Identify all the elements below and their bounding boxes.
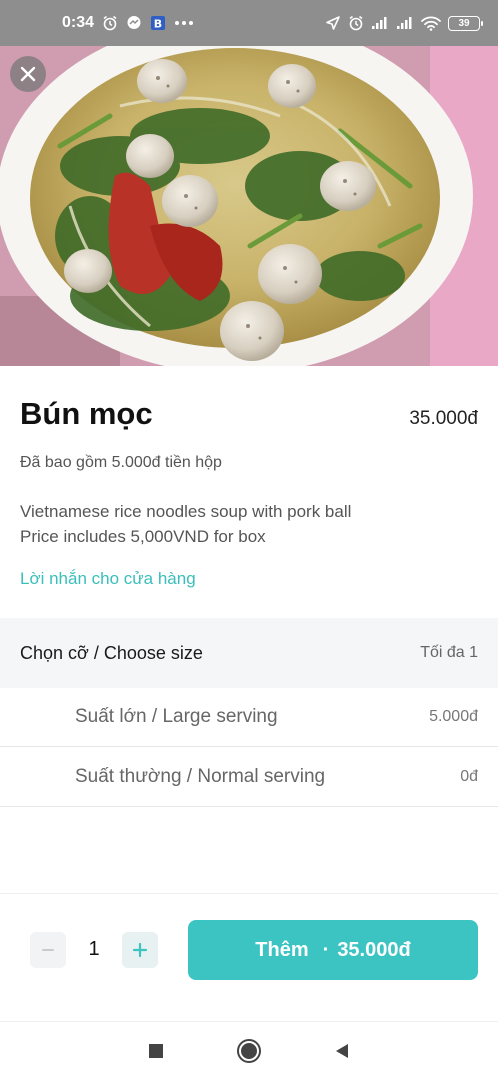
size-option-max: Tối đa 1 xyxy=(420,644,478,661)
svg-text:B: B xyxy=(154,18,162,31)
close-icon xyxy=(20,66,36,82)
option-label: Suất lớn / Large serving xyxy=(75,706,278,727)
nav-recents-button[interactable] xyxy=(136,1031,176,1071)
option-label: Suất thường / Normal serving xyxy=(75,766,326,787)
product-title: Bún mọc xyxy=(20,396,153,431)
nav-back-button[interactable] xyxy=(322,1031,362,1071)
product-info: Bún mọc 35.000đ Đã bao gồm 5.000đ tiền h… xyxy=(0,366,498,618)
quantity-value: 1 xyxy=(88,938,100,960)
battery-level: 39 xyxy=(458,17,470,29)
box-fee-note: Đã bao gồm 5.000đ tiền hộp xyxy=(20,454,222,471)
size-option-header: Chọn cỡ / Choose size Tối đa 1 xyxy=(0,618,498,688)
plus-icon xyxy=(132,942,148,958)
system-nav-bar xyxy=(0,1021,498,1080)
option-price: 0đ xyxy=(460,768,478,785)
alarm-icon-right xyxy=(348,15,364,31)
add-button-separator: · xyxy=(322,938,330,961)
noodle-soup-illustration xyxy=(0,46,498,366)
close-button[interactable] xyxy=(10,56,46,92)
product-price: 35.000đ xyxy=(409,408,478,429)
quantity-decrease-button[interactable] xyxy=(30,932,66,968)
bottom-action-bar: 1 Thêm · 35.000đ xyxy=(0,893,498,1021)
status-bar: 0:34 B 39 xyxy=(0,0,498,46)
wifi-icon xyxy=(421,16,441,31)
title-row: Bún mọc 35.000đ xyxy=(20,396,478,432)
option-large-serving[interactable]: Suất lớn / Large serving 5.000đ xyxy=(0,688,498,747)
square-icon xyxy=(149,1044,164,1058)
minus-icon xyxy=(42,949,54,951)
status-time: 0:34 xyxy=(62,14,95,31)
product-image xyxy=(0,46,498,366)
circle-icon xyxy=(236,1039,261,1063)
size-option-title: Chọn cỡ / Choose size xyxy=(20,642,203,663)
add-button-label: Thêm xyxy=(255,938,309,961)
description-line-2: Price includes 5,000VND for box xyxy=(20,527,266,546)
signal-icon-1 xyxy=(371,16,389,30)
more-notifications-icon xyxy=(174,20,194,26)
signal-icon-2 xyxy=(396,16,414,30)
alarm-icon xyxy=(102,15,118,31)
nav-home-button[interactable] xyxy=(229,1031,269,1071)
option-normal-serving[interactable]: Suất thường / Normal serving 0đ xyxy=(0,748,498,807)
quantity-increase-button[interactable] xyxy=(122,932,158,968)
status-left: 0:34 B xyxy=(62,14,194,32)
product-description: Vietnamese rice noodles soup with pork b… xyxy=(20,499,478,549)
status-right: 39 xyxy=(325,15,483,31)
messenger-icon xyxy=(126,15,142,31)
store-note-link[interactable]: Lời nhắn cho cửa hàng xyxy=(20,569,478,589)
add-button-total: 35.000đ xyxy=(337,938,411,961)
option-price: 5.000đ xyxy=(429,708,478,725)
description-line-1: Vietnamese rice noodles soup with pork b… xyxy=(20,502,352,521)
triangle-back-icon xyxy=(335,1044,348,1058)
location-icon xyxy=(325,15,341,31)
add-to-cart-button[interactable]: Thêm · 35.000đ xyxy=(188,920,478,980)
app-notification-icon: B xyxy=(150,15,166,31)
battery-icon: 39 xyxy=(448,15,483,31)
